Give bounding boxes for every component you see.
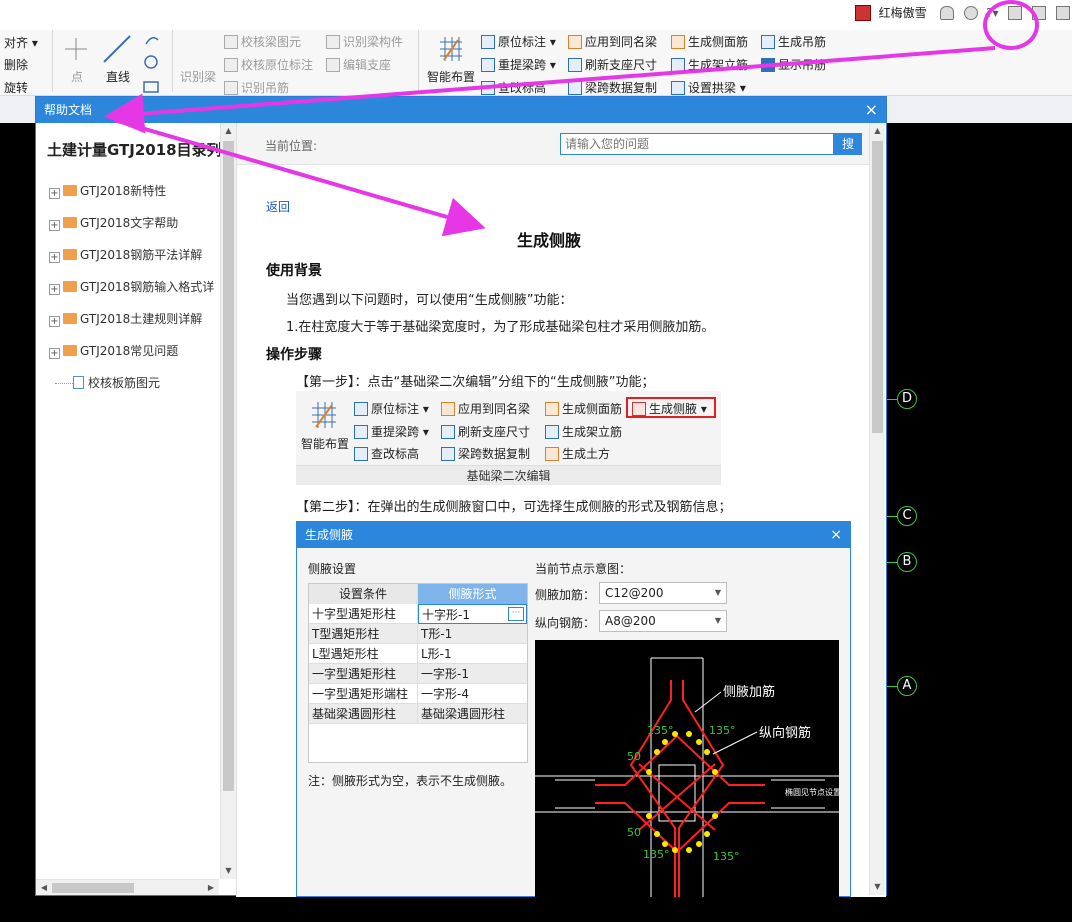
annotation-arrows [104,46,996,237]
annotation-arrow [104,46,996,134]
annotation-arrow [113,118,486,237]
